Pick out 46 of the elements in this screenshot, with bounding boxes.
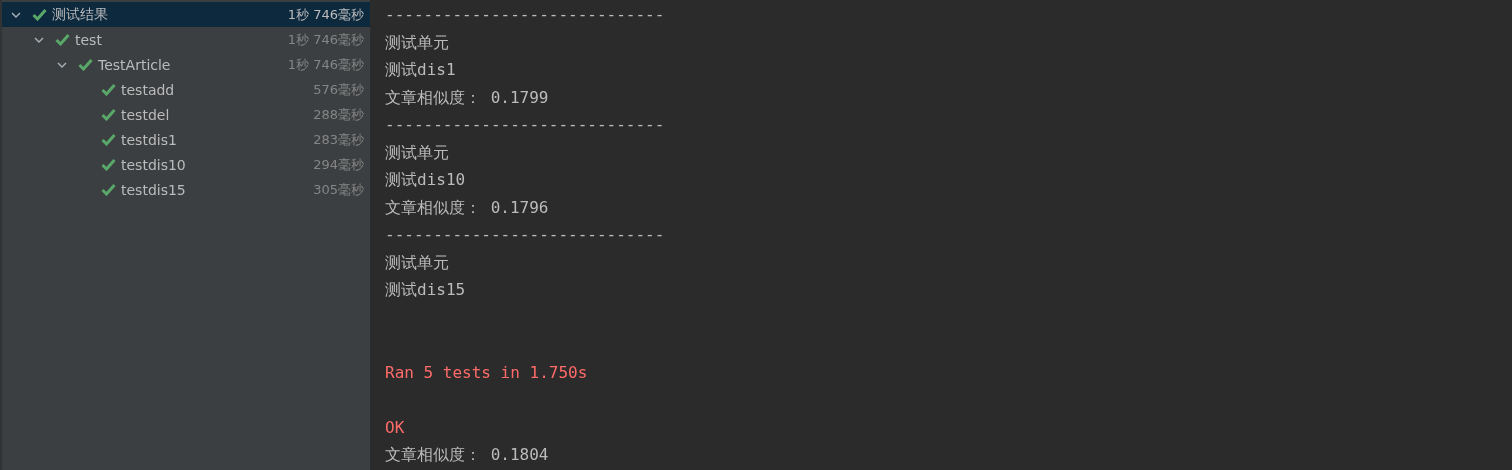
tree-row[interactable]: testdis15 305毫秒 bbox=[2, 177, 370, 202]
console-line: 文章相似度： 0.1796 bbox=[385, 196, 550, 219]
test-name: 测试结果 bbox=[52, 5, 109, 24]
check-icon bbox=[32, 8, 47, 21]
test-duration: 576毫秒 bbox=[313, 80, 364, 99]
console-line: OK bbox=[385, 416, 406, 439]
console-line: ----------------------------- bbox=[385, 4, 666, 26]
check-icon bbox=[78, 58, 93, 71]
check-icon bbox=[101, 108, 116, 121]
check-icon bbox=[55, 33, 70, 46]
check-icon bbox=[101, 183, 116, 196]
test-name: testdis10 bbox=[121, 156, 187, 173]
test-name: testdis15 bbox=[121, 181, 187, 198]
check-icon bbox=[101, 158, 116, 171]
test-name: testdis1 bbox=[121, 131, 178, 148]
tree-row[interactable]: testadd 576毫秒 bbox=[2, 77, 370, 102]
test-name: test bbox=[75, 31, 103, 48]
console-line: 文章相似度： 0.1799 bbox=[385, 86, 550, 109]
tree-row[interactable]: testdis10 294毫秒 bbox=[2, 152, 370, 177]
test-name: testdel bbox=[121, 106, 171, 123]
test-duration: 288毫秒 bbox=[313, 105, 364, 124]
console-line: 测试dis15 bbox=[385, 279, 467, 301]
check-icon bbox=[101, 133, 116, 146]
console-line: 测试dis1 bbox=[385, 59, 457, 81]
console-line: Ran 5 tests in 1.750s bbox=[385, 361, 589, 384]
console-line: 文章相似度： 0.1804 bbox=[385, 444, 550, 466]
test-duration: 1秒 746毫秒 bbox=[287, 30, 364, 49]
console-line: 测试dis10 bbox=[385, 169, 467, 191]
test-duration: 305毫秒 bbox=[313, 180, 364, 199]
tree-row[interactable]: 测试结果 1秒 746毫秒 bbox=[2, 2, 370, 27]
test-name: testadd bbox=[121, 81, 176, 98]
tree-row[interactable]: TestArticle 1秒 746毫秒 bbox=[2, 52, 370, 77]
tree-row[interactable]: test 1秒 746毫秒 bbox=[2, 27, 370, 52]
console-line: 测试单元 bbox=[385, 251, 450, 274]
tree-row[interactable]: testdel 288毫秒 bbox=[2, 102, 370, 127]
test-name: TestArticle bbox=[98, 56, 172, 73]
console-line: 测试单元 bbox=[385, 31, 450, 54]
tree-row[interactable]: testdis1 283毫秒 bbox=[2, 127, 370, 152]
test-duration: 283毫秒 bbox=[313, 130, 364, 149]
check-icon bbox=[101, 83, 116, 96]
console-line: 测试单元 bbox=[385, 141, 450, 164]
console-line: ----------------------------- bbox=[385, 224, 666, 246]
console-line: ----------------------------- bbox=[385, 114, 666, 136]
test-duration: 1秒 746毫秒 bbox=[287, 55, 364, 74]
test-duration: 294毫秒 bbox=[313, 155, 364, 174]
test-duration: 1秒 746毫秒 bbox=[287, 5, 364, 24]
